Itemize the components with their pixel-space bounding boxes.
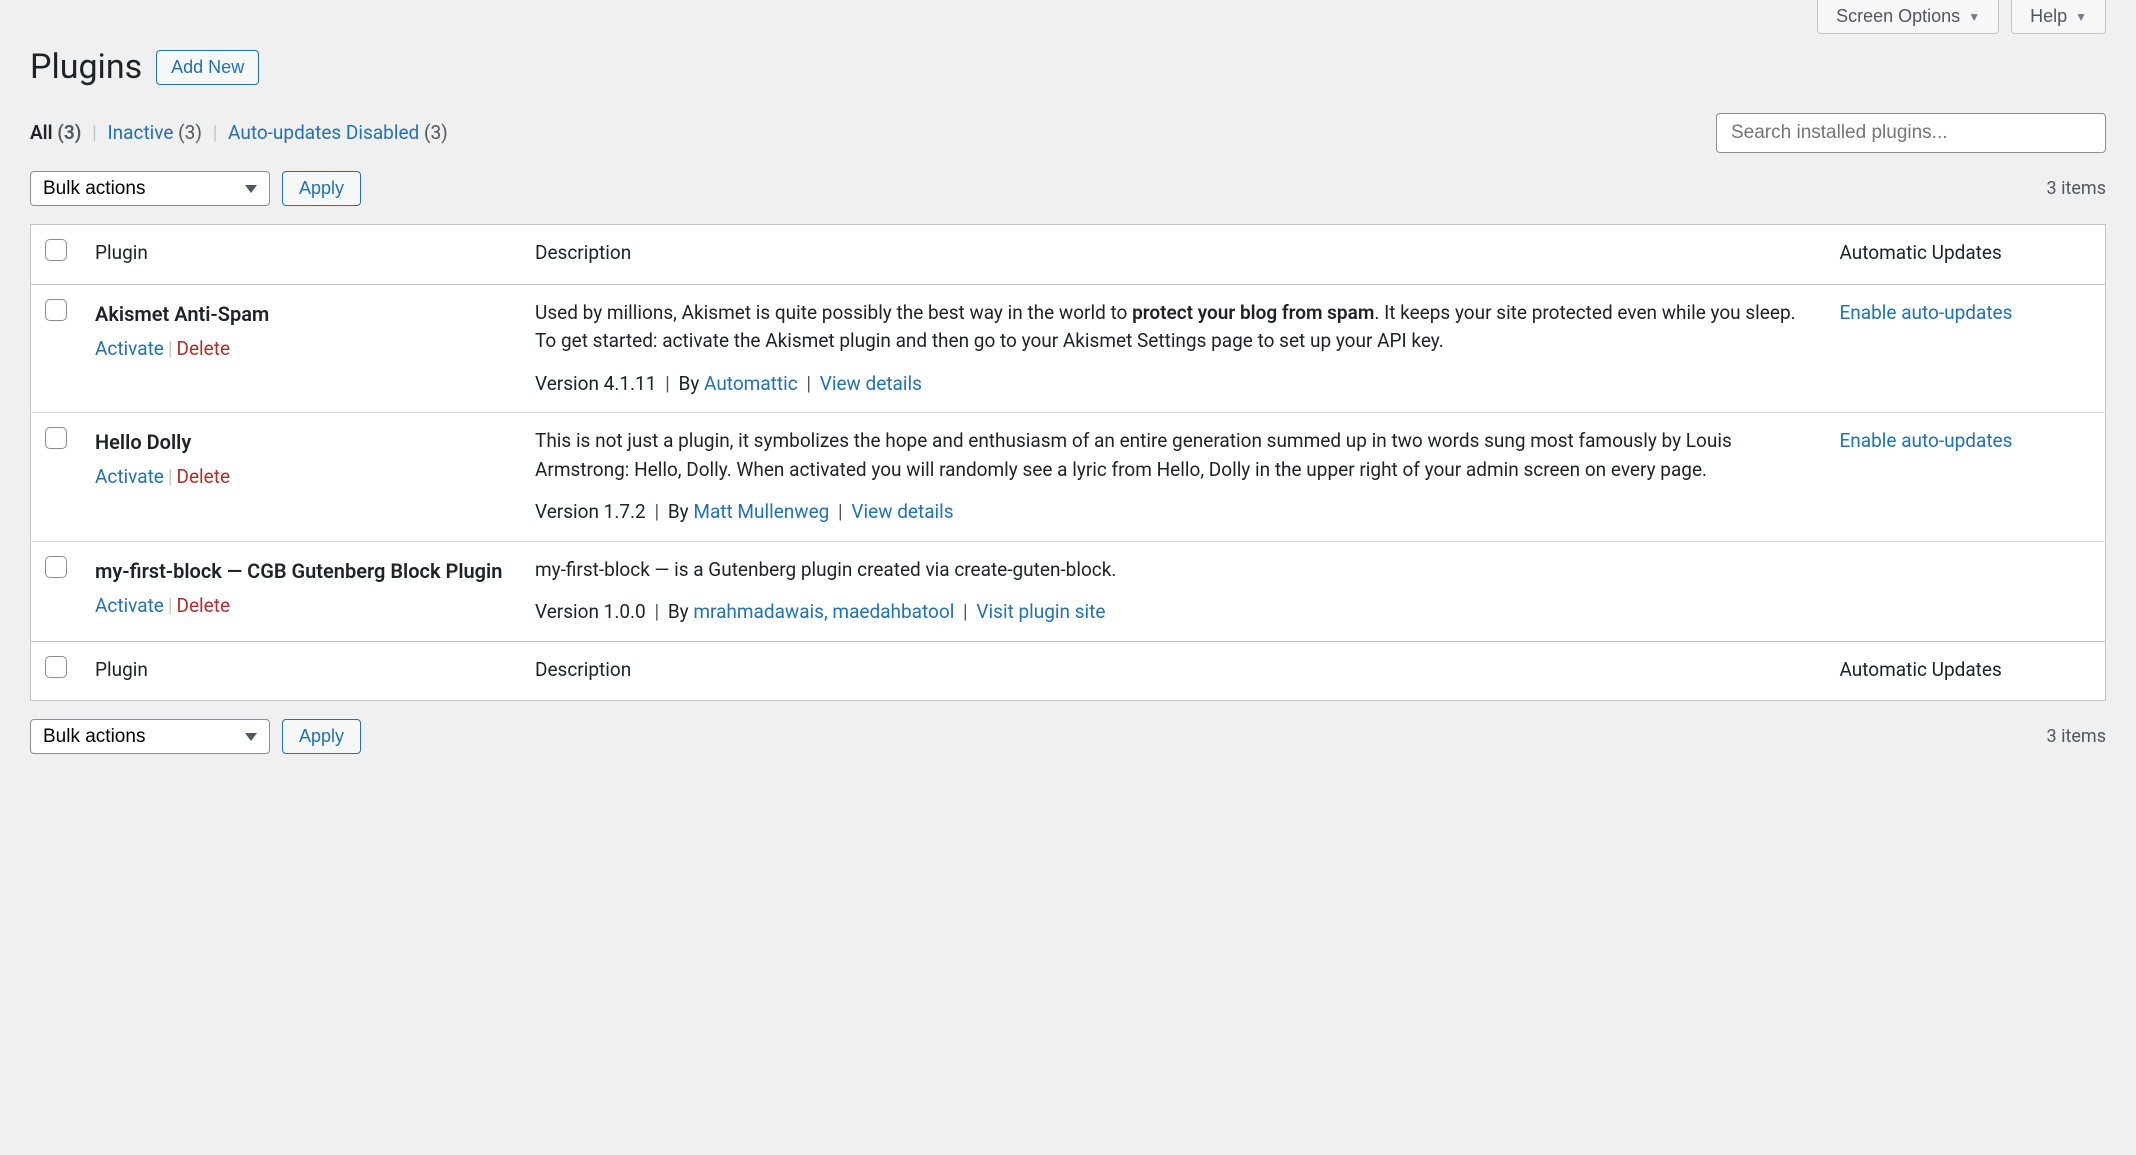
select-all-checkbox[interactable] (45, 239, 67, 261)
screen-options-label: Screen Options (1836, 6, 1960, 27)
plugin-status-filters: All (3) | Inactive (3) | Auto-updates Di… (30, 119, 448, 148)
plugin-description: This is not just a plugin, it symbolizes… (535, 427, 1812, 484)
plugin-description: Used by millions, Akismet is quite possi… (535, 299, 1812, 356)
table-row: Akismet Anti-SpamActivate|DeleteUsed by … (31, 284, 2106, 413)
plugin-name: Akismet Anti-Spam (95, 299, 507, 329)
filter-inactive[interactable]: Inactive (3) (108, 121, 207, 144)
add-new-button[interactable]: Add New (156, 50, 259, 85)
items-count: 3 items (2047, 175, 2106, 202)
bulk-actions-select-bottom[interactable]: Bulk actions (30, 719, 270, 754)
items-count-bottom: 3 items (2047, 723, 2106, 750)
help-button[interactable]: Help ▼ (2011, 0, 2106, 34)
delete-link[interactable]: Delete (177, 337, 231, 360)
plugin-details-link[interactable]: Visit plugin site (976, 600, 1105, 623)
plugin-version: Version 1.0.0 (535, 600, 646, 623)
column-auto-updates: Automatic Updates (1826, 225, 2106, 285)
column-plugin-footer: Plugin (81, 641, 521, 701)
screen-options-button[interactable]: Screen Options ▼ (1817, 0, 1999, 34)
row-checkbox[interactable] (45, 427, 67, 449)
plugin-name: my-first-block — CGB Gutenberg Block Plu… (95, 556, 507, 586)
plugin-version: Version 1.7.2 (535, 500, 646, 523)
column-description: Description (521, 225, 1826, 285)
enable-auto-updates-link[interactable]: Enable auto-updates (1840, 429, 2013, 452)
page-title: Plugins (30, 42, 142, 93)
filter-all[interactable]: All (3) (30, 121, 86, 144)
enable-auto-updates-link[interactable]: Enable auto-updates (1840, 301, 2013, 324)
plugins-table: Plugin Description Automatic Updates Aki… (30, 224, 2106, 701)
table-row: Hello DollyActivate|DeleteThis is not ju… (31, 413, 2106, 542)
search-input[interactable] (1716, 113, 2106, 153)
activate-link[interactable]: Activate (95, 337, 164, 360)
chevron-down-icon: ▼ (1968, 10, 1980, 24)
select-all-checkbox-footer[interactable] (45, 656, 67, 678)
bulk-actions-select[interactable]: Bulk actions (30, 171, 270, 206)
plugin-version: Version 4.1.11 (535, 372, 656, 395)
column-plugin: Plugin (81, 225, 521, 285)
plugin-description: my-first-block — is a Gutenberg plugin c… (535, 556, 1812, 585)
help-label: Help (2030, 6, 2067, 27)
plugin-name: Hello Dolly (95, 427, 507, 457)
column-auto-updates-footer: Automatic Updates (1826, 641, 2106, 701)
activate-link[interactable]: Activate (95, 465, 164, 488)
plugin-details-link[interactable]: View details (820, 372, 922, 395)
delete-link[interactable]: Delete (177, 465, 231, 488)
chevron-down-icon: ▼ (2075, 10, 2087, 24)
filter-auto-updates-disabled[interactable]: Auto-updates Disabled (3) (228, 121, 448, 144)
apply-button[interactable]: Apply (282, 171, 361, 206)
row-checkbox[interactable] (45, 556, 67, 578)
plugin-meta: Version 1.7.2 | By Matt Mullenweg | View… (535, 498, 1812, 527)
delete-link[interactable]: Delete (177, 594, 231, 617)
activate-link[interactable]: Activate (95, 594, 164, 617)
table-row: my-first-block — CGB Gutenberg Block Plu… (31, 541, 2106, 641)
column-description-footer: Description (521, 641, 1826, 701)
apply-button-bottom[interactable]: Apply (282, 719, 361, 754)
plugin-details-link[interactable]: View details (851, 500, 953, 523)
plugin-meta: Version 1.0.0 | By mrahmadawais, maedahb… (535, 598, 1812, 627)
plugin-author-link[interactable]: Automattic (704, 372, 798, 395)
plugin-author-link[interactable]: Matt Mullenweg (693, 500, 829, 523)
row-checkbox[interactable] (45, 299, 67, 321)
plugin-meta: Version 4.1.11 | By Automattic | View de… (535, 370, 1812, 399)
plugin-author-link[interactable]: mrahmadawais, maedahbatool (693, 600, 954, 623)
